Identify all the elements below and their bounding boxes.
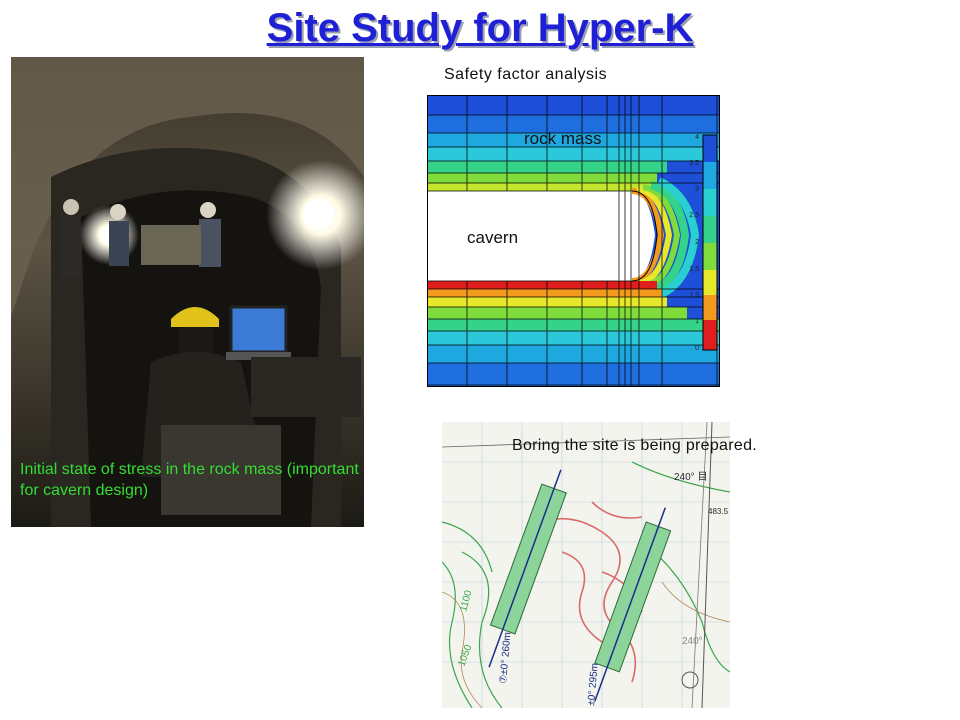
- colorbar-tick: 1: [695, 318, 699, 325]
- colorbar-tick: 3.5: [689, 160, 699, 167]
- colorbar: [702, 134, 718, 351]
- colorbar-tick: 2: [695, 239, 699, 246]
- colorbar-tick: 4: [695, 134, 699, 141]
- photo-caption: Initial state of stress in the rock mass…: [20, 461, 359, 499]
- boring-label: Boring the site is being prepared.: [512, 437, 758, 454]
- safety-factor-label: Safety factor analysis: [444, 66, 608, 83]
- colorbar-tick: 1.3: [689, 292, 699, 299]
- map-label: 240° 目: [674, 472, 707, 483]
- colorbar-tick: 0: [695, 345, 699, 352]
- tunnel-photo: [11, 57, 364, 527]
- colorbar-tick: 3: [695, 186, 699, 193]
- colorbar-tick: 2.5: [689, 212, 699, 219]
- safety-factor-plot: 4 3.5 3 2.5 2 1.5 1.3 1 0 rock mass cave…: [427, 95, 720, 387]
- map-label: 240°: [682, 636, 703, 647]
- colorbar-tick: 1.5: [689, 266, 699, 273]
- rock-mass-label: rock mass: [524, 129, 601, 148]
- cavern-label: cavern: [467, 228, 518, 247]
- boring-site-map: 240° 目 240° 1100 1050 ⑦±0° 260m ±0° 295m…: [441, 421, 731, 709]
- slide-title: Site Study for Hyper-K: [266, 6, 694, 50]
- map-label: 483.5: [708, 507, 729, 516]
